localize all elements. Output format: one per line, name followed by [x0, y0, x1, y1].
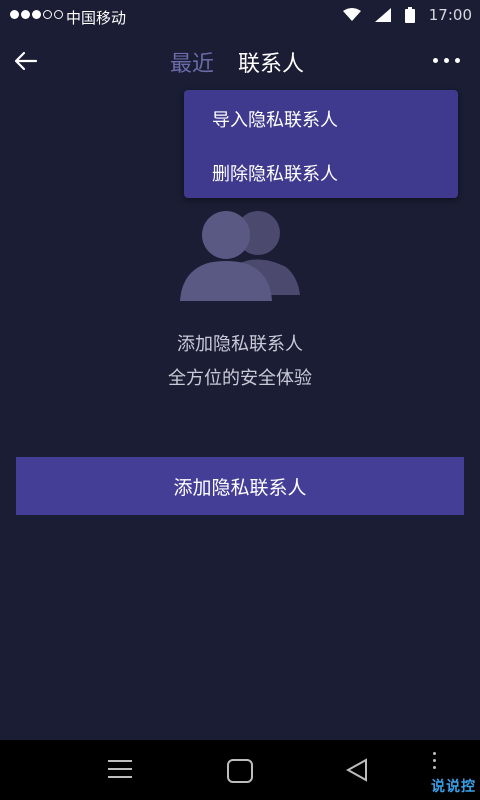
- app-bar: 最近 联系人: [0, 36, 480, 86]
- cell-signal-icon: [374, 8, 391, 22]
- nav-more-icon: [428, 752, 440, 773]
- carrier-name: 中国移动: [66, 9, 127, 27]
- nav-menu-icon[interactable]: [108, 760, 132, 784]
- add-private-contact-button[interactable]: 添加隐私联系人: [16, 457, 464, 515]
- nav-home-icon[interactable]: [227, 759, 253, 783]
- menu-item-delete-private-contacts[interactable]: 删除隐私联系人: [212, 160, 338, 186]
- clock: 17:00: [428, 6, 472, 24]
- tab-contacts[interactable]: 联系人: [238, 46, 304, 78]
- empty-state-subtitle: 全方位的安全体验: [168, 368, 312, 389]
- status-bar: 中国移动 17:00: [0, 0, 480, 34]
- signal-strength-icon: [10, 10, 63, 19]
- tab-recent[interactable]: 最近: [170, 46, 214, 78]
- wifi-icon: [342, 8, 361, 21]
- more-options-icon[interactable]: [433, 58, 460, 63]
- watermark: 说说控: [431, 779, 476, 795]
- system-nav-bar: 说说控: [0, 740, 480, 800]
- contacts-placeholder-icon: [180, 211, 300, 301]
- battery-icon: [404, 7, 415, 23]
- menu-item-import-private-contacts[interactable]: 导入隐私联系人: [212, 106, 338, 132]
- back-arrow-icon[interactable]: [12, 48, 40, 74]
- overflow-menu: 导入隐私联系人 删除隐私联系人: [184, 90, 458, 198]
- empty-state-title: 添加隐私联系人: [177, 334, 303, 355]
- nav-back-icon[interactable]: [346, 758, 368, 782]
